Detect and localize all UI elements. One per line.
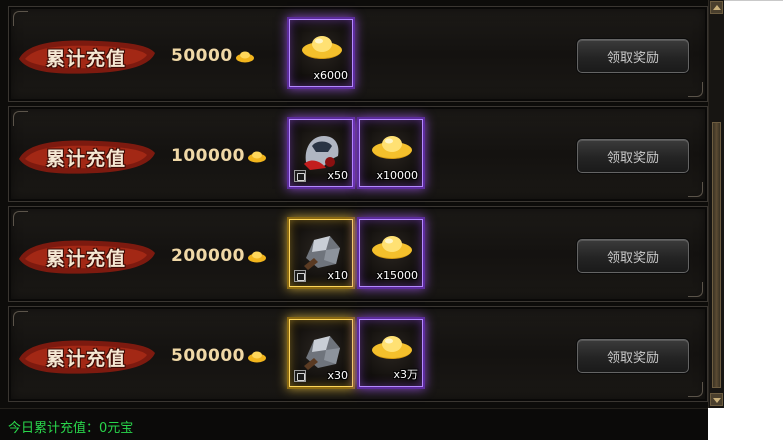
reward-row-200000: 累计充值 200000 x10 x15000 领取奖励: [8, 206, 708, 302]
lock-icon: [294, 370, 306, 382]
amount-value: 50000: [171, 46, 233, 66]
scroll-down-arrow-icon[interactable]: [710, 393, 723, 406]
scroll-up-arrow-icon[interactable]: [710, 1, 723, 14]
gold-ingot-icon: [247, 351, 266, 363]
footer-bar: 今日累计充值：0元宝: [0, 408, 708, 440]
scrollbar-thumb[interactable]: [712, 122, 721, 388]
gold-ingot-icon: [372, 136, 412, 159]
recharge-rewards-panel: 累计充值 50000 x6000 领取奖励 累计充值 100000 x50 x1…: [0, 0, 708, 440]
recharge-amount: 50000: [171, 44, 255, 68]
lock-icon: [294, 270, 306, 282]
reward-item-slot[interactable]: x15000: [359, 219, 423, 287]
reward-item-slot[interactable]: x3万: [359, 319, 423, 387]
reward-item-slot[interactable]: x10000: [359, 119, 423, 187]
amount-value: 100000: [171, 146, 245, 166]
banner-label: 累计充值: [45, 48, 126, 70]
item-quantity: x15000: [376, 269, 418, 282]
amount-value: 200000: [171, 246, 245, 266]
gold-ingot-icon: [302, 36, 342, 59]
claim-reward-button[interactable]: 领取奖励: [577, 139, 689, 173]
item-quantity: x30: [327, 369, 348, 382]
reward-row-500000: 累计充值 500000 x30 x3万 领取奖励: [8, 306, 708, 402]
cumulative-recharge-banner: 累计充值: [17, 237, 157, 277]
reward-row-100000: 累计充值 100000 x50 x10000 领取奖励: [8, 106, 708, 202]
reward-item-slot[interactable]: x10: [289, 219, 353, 287]
lock-icon: [294, 170, 306, 182]
claim-reward-button[interactable]: 领取奖励: [577, 39, 689, 73]
recharge-amount: 100000: [171, 144, 267, 168]
claim-reward-button[interactable]: 领取奖励: [577, 339, 689, 373]
gold-ingot-icon: [235, 51, 254, 63]
vertical-scrollbar[interactable]: [708, 0, 724, 408]
reward-item-slot[interactable]: x50: [289, 119, 353, 187]
reward-item-slot[interactable]: x30: [289, 319, 353, 387]
item-quantity: x6000: [313, 69, 348, 82]
warrior-helmet-icon: [304, 136, 339, 170]
today-recharge-status: 今日累计充值：0元宝: [8, 421, 134, 436]
iron-ore-icon: [304, 236, 340, 270]
item-quantity: x10000: [376, 169, 418, 182]
cumulative-recharge-banner: 累计充值: [17, 337, 157, 377]
iron-ore-icon: [304, 336, 340, 370]
reward-row-50000: 累计充值 50000 x6000 领取奖励: [8, 6, 708, 102]
item-quantity: x3万: [393, 368, 418, 381]
gold-ingot-icon: [372, 236, 412, 259]
window-edge-line: [724, 0, 783, 1]
amount-value: 500000: [171, 346, 245, 366]
gold-ingot-icon: [372, 336, 412, 359]
item-quantity: x10: [327, 269, 348, 282]
banner-label: 累计充值: [45, 148, 126, 170]
recharge-amount: 200000: [171, 244, 267, 268]
banner-label: 累计充值: [45, 348, 126, 370]
banner-label: 累计充值: [45, 248, 126, 270]
recharge-amount: 500000: [171, 344, 267, 368]
gold-ingot-icon: [247, 151, 266, 163]
gold-ingot-icon: [247, 251, 266, 263]
item-quantity: x50: [327, 169, 348, 182]
cumulative-recharge-banner: 累计充值: [17, 137, 157, 177]
reward-item-slot[interactable]: x6000: [289, 19, 353, 87]
cumulative-recharge-banner: 累计充值: [17, 37, 157, 77]
claim-reward-button[interactable]: 领取奖励: [577, 239, 689, 273]
